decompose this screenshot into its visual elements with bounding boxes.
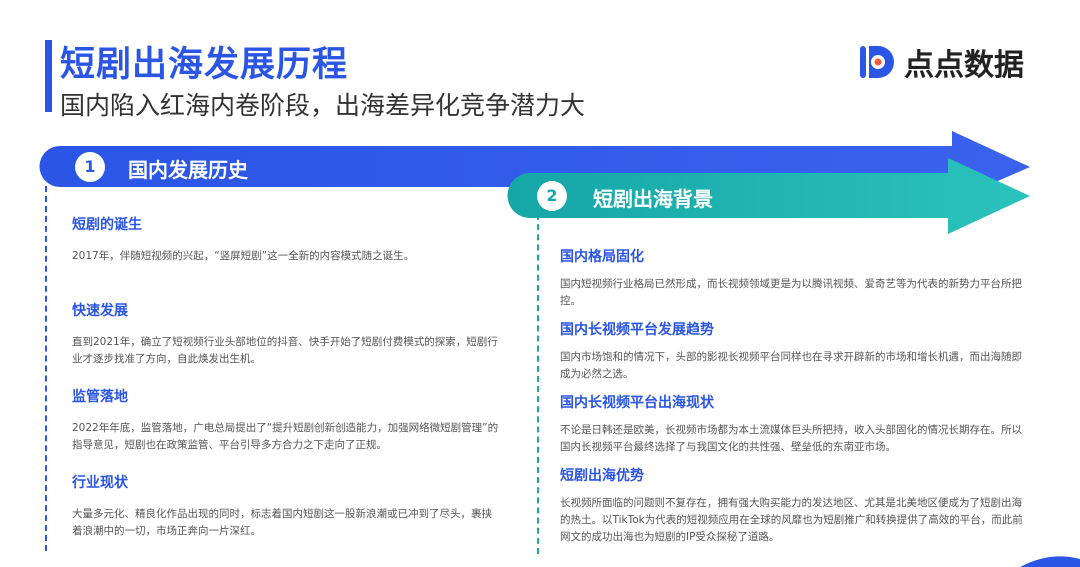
list-item: 快速发展 直到2021年，确立了短视频行业头部地位的抖音、快手开始了短剧付费模式… <box>72 300 502 386</box>
item-body: 2017年，伴随短视频的兴起，“竖屏短剧”这一全新的内容模式随之诞生。 <box>72 250 415 262</box>
list-item: 国内格局固化 国内短视频行业格局已然形成，而长视频领域更是为以腾讯视频、爱奇艺等… <box>560 246 1030 319</box>
item-heading: 监管落地 <box>72 389 128 405</box>
section1-timeline-line <box>45 186 47 551</box>
item-heading: 短剧出海优势 <box>560 468 644 484</box>
list-item: 国内长视频平台发展趋势 国内市场饱和的情况下，头部的影视长视频平台同样也在寻求开… <box>560 319 1030 392</box>
list-item: 国内长视频平台出海现状 不论是日韩还是欧美，长视频市场都为本土流媒体巨头所把持，… <box>560 392 1030 465</box>
section2-number-badge: 2 <box>537 181 567 211</box>
item-body: 2022年年底，监管落地，广电总局提出了“提升短剧创新创造能力，加强网络微短剧管… <box>72 422 499 451</box>
item-heading: 快速发展 <box>72 303 128 319</box>
item-body: 直到2021年，确立了短视频行业头部地位的抖音、快手开始了短剧付费模式的探索，短… <box>72 336 498 365</box>
list-item: 短剧的诞生 2017年，伴随短视频的兴起，“竖屏短剧”这一全新的内容模式随之诞生… <box>72 214 502 300</box>
item-body: 不论是日韩还是欧美，长视频市场都为本土流媒体巨头所把持，收入头部固化的情况长期存… <box>560 424 1022 453</box>
item-body: 长视频所面临的问题则不复存在，拥有强大购买能力的发达地区、尤其是北美地区便成为了… <box>560 497 1023 543</box>
list-item: 行业现状 大量多元化、精良化作品出现的同时，标志着国内短剧这一股新浪潮或已冲到了… <box>72 472 502 558</box>
item-heading: 行业现状 <box>72 475 128 491</box>
section1-number-badge: 1 <box>75 152 105 182</box>
list-item: 监管落地 2022年年底，监管落地，广电总局提出了“提升短剧创新创造能力，加强网… <box>72 386 502 472</box>
section2-list: 国内格局固化 国内短视频行业格局已然形成，而长视频领域更是为以腾讯视频、爱奇艺等… <box>560 246 1030 543</box>
section2-timeline-line <box>537 214 539 554</box>
item-body: 大量多元化、精良化作品出现的同时，标志着国内短剧这一股新浪潮或已冲到了尽头，裹挟… <box>72 508 492 537</box>
item-heading: 国内长视频平台出海现状 <box>560 395 714 411</box>
item-heading: 国内长视频平台发展趋势 <box>560 322 714 338</box>
section2-title: 短剧出海背景 <box>593 187 713 211</box>
item-body: 国内市场饱和的情况下，头部的影视长视频平台同样也在寻求开辟新的市场和增长机遇，而… <box>560 351 1022 380</box>
item-heading: 短剧的诞生 <box>72 217 142 233</box>
item-body: 国内短视频行业格局已然形成，而长视频领域更是为以腾讯视频、爱奇艺等为代表的新势力… <box>560 278 1022 307</box>
section1-title: 国内发展历史 <box>128 158 248 182</box>
section1-list: 短剧的诞生 2017年，伴随短视频的兴起，“竖屏短剧”这一全新的内容模式随之诞生… <box>72 214 502 558</box>
list-item: 短剧出海优势 长视频所面临的问题则不复存在，拥有强大购买能力的发达地区、尤其是北… <box>560 465 1030 543</box>
corner-decoration <box>1020 556 1080 567</box>
item-heading: 国内格局固化 <box>560 249 644 265</box>
